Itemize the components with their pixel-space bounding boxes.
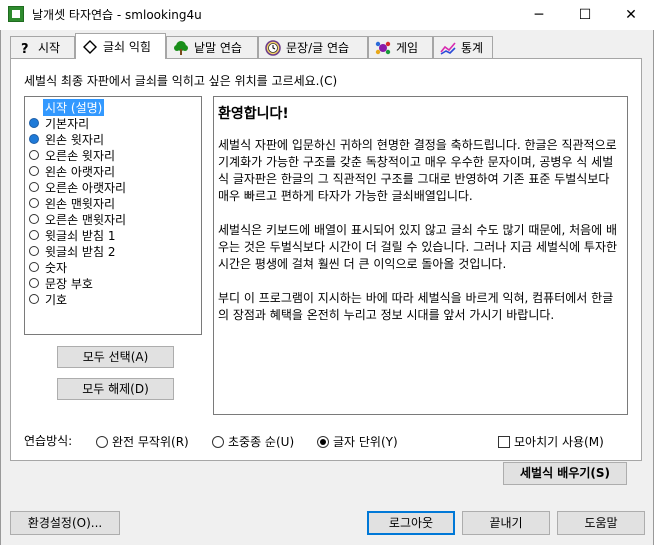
logout-button[interactable]: 로그아웃: [367, 511, 455, 535]
list-item[interactable]: 시작 (설명): [27, 98, 199, 116]
description-paragraph: 세벌식 자판에 입문하신 귀하의 현명한 결정을 축하드립니다. 한글은 직관적…: [218, 138, 617, 203]
help-question-icon: ?: [17, 40, 33, 56]
checkbox-label: 모아치기 사용(M): [514, 435, 604, 449]
radio-indicator[interactable]: [29, 134, 39, 144]
list-item[interactable]: 오른손 맨윗자리: [27, 211, 199, 227]
diamond-icon: [82, 39, 98, 55]
radio-indicator[interactable]: [29, 166, 39, 176]
tab-statistics[interactable]: 통계: [433, 36, 493, 58]
radio-indicator[interactable]: [29, 182, 39, 192]
learn-sebeolsik-button[interactable]: 세벌식 배우기(S): [503, 462, 627, 485]
radio-indicator[interactable]: [29, 278, 39, 288]
tab-label: 글쇠 익힘: [103, 40, 151, 54]
radio-indicator[interactable]: [29, 214, 39, 224]
title-bar: 날개셋 타자연습 - smlooking4u ─ ☐ ✕: [0, 0, 654, 30]
mode-syllable-radio[interactable]: 글자 단위(Y): [317, 433, 398, 450]
tab-label: 문장/글 연습: [286, 41, 350, 55]
game-icon: [375, 40, 391, 56]
minimize-button[interactable]: ─: [516, 0, 562, 30]
tab-label: 통계: [461, 41, 484, 55]
list-item[interactable]: 왼손 윗자리: [27, 131, 199, 147]
radio-indicator[interactable]: [29, 230, 39, 240]
tree-icon: [173, 40, 189, 56]
tab-word-practice[interactable]: 낱말 연습: [166, 36, 258, 58]
list-item[interactable]: 숫자: [27, 259, 199, 275]
window-title: 날개셋 타자연습 - smlooking4u: [32, 8, 202, 22]
settings-button[interactable]: 환경설정(O)...: [10, 511, 120, 535]
list-item[interactable]: 오른손 아랫자리: [27, 179, 199, 195]
checkbox-box[interactable]: [498, 435, 510, 448]
mode-random-radio[interactable]: 완전 무작위(R): [96, 433, 189, 450]
help-button[interactable]: 도움말: [557, 511, 645, 535]
radio-label: 글자 단위(Y): [333, 435, 398, 449]
list-item[interactable]: 기본자리: [27, 115, 199, 131]
tab-sentence-practice[interactable]: 문장/글 연습: [258, 36, 368, 58]
list-item[interactable]: 윗글쇠 받침 2: [27, 243, 199, 259]
deselect-all-button[interactable]: 모두 해제(D): [57, 378, 174, 400]
list-item[interactable]: 문장 부호: [27, 275, 199, 291]
radio-indicator[interactable]: [29, 294, 39, 304]
svg-text:?: ?: [21, 42, 29, 55]
instruction-label: 세벌식 최종 자판에서 글쇠를 익히고 싶은 위치를 고르세요.(C): [24, 74, 338, 88]
radio-indicator[interactable]: [29, 150, 39, 160]
radio-label: 초중종 순(U): [228, 435, 295, 449]
radio-indicator[interactable]: [29, 118, 39, 128]
description-paragraph: 부디 이 프로그램이 지시하는 바에 따라 세벌식을 바르게 익혀, 컴퓨터에서…: [218, 291, 614, 322]
list-item[interactable]: 왼손 아랫자리: [27, 163, 199, 179]
radio-circle[interactable]: [96, 435, 108, 448]
radio-indicator[interactable]: [29, 102, 39, 112]
exit-button[interactable]: 끝내기: [462, 511, 550, 535]
clock-icon: [265, 39, 281, 56]
tab-start[interactable]: ? 시작: [10, 36, 75, 58]
chart-icon: [440, 40, 456, 56]
description-textbox[interactable]: 환영합니다! 세벌식 자판에 입문하신 귀하의 현명한 결정을 축하드립니다. …: [213, 96, 628, 415]
radio-indicator[interactable]: [29, 198, 39, 208]
list-item[interactable]: 오른손 윗자리: [27, 147, 199, 163]
description-paragraph: 세벌식은 키보드에 배열이 표시되어 있지 않고 글쇠 수도 많기 때문에, 처…: [218, 223, 618, 271]
tab-label: 낱말 연습: [194, 41, 242, 55]
combine-typing-checkbox[interactable]: 모아치기 사용(M): [498, 433, 604, 450]
tab-label: 시작: [38, 41, 61, 55]
close-button[interactable]: ✕: [608, 0, 654, 30]
app-icon: [8, 6, 24, 22]
practice-mode-label: 연습방식:: [24, 434, 73, 448]
radio-circle[interactable]: [212, 435, 224, 448]
welcome-heading: 환영합니다!: [218, 106, 289, 122]
position-list[interactable]: 시작 (설명) 기본자리 왼손 윗자리 오른손 윗자리 왼손 아랫자리 오른손 …: [24, 96, 202, 335]
radio-label: 완전 무작위(R): [112, 435, 189, 449]
radio-indicator[interactable]: [29, 246, 39, 256]
radio-circle[interactable]: [317, 435, 329, 448]
list-item[interactable]: 왼손 맨윗자리: [27, 195, 199, 211]
select-all-button[interactable]: 모두 선택(A): [57, 346, 174, 368]
maximize-button[interactable]: ☐: [562, 0, 608, 30]
list-item[interactable]: 기호: [27, 291, 199, 307]
tab-game[interactable]: 게임: [368, 36, 433, 58]
radio-indicator[interactable]: [29, 262, 39, 272]
tab-label: 게임: [396, 41, 419, 55]
list-item[interactable]: 윗글쇠 받침 1: [27, 227, 199, 243]
tab-key-learning[interactable]: 글쇠 익힘: [75, 33, 166, 59]
mode-ordered-radio[interactable]: 초중종 순(U): [212, 433, 294, 450]
